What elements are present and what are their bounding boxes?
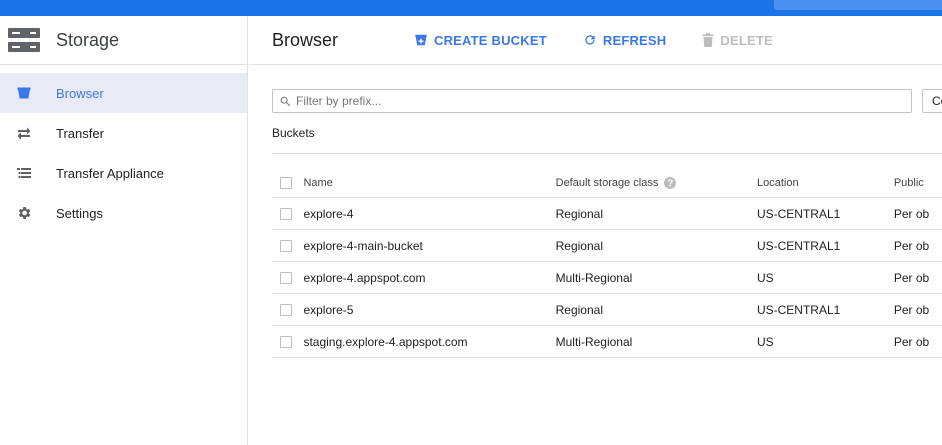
- table-row: explore-4 Regional US-CENTRAL1 Per ob: [272, 198, 942, 230]
- top-app-bar: [0, 0, 942, 16]
- gear-icon: [0, 205, 56, 221]
- sidebar-item-browser[interactable]: Browser: [0, 73, 247, 113]
- location: US: [756, 270, 774, 285]
- storage-class: Multi-Regional: [555, 270, 633, 285]
- sidebar-item-label: Transfer Appliance: [56, 165, 164, 181]
- location: US-CENTRAL1: [756, 238, 841, 253]
- refresh-icon: [585, 35, 595, 45]
- bucket-name-link[interactable]: explore-5: [303, 303, 555, 317]
- sidebar-item-label: Browser: [56, 85, 104, 101]
- table-row: explore-4.appspot.com Multi-Regional US …: [272, 262, 942, 294]
- sidebar-item-label: Transfer: [56, 125, 104, 141]
- create-bucket-label: CREATE BUCKET: [434, 32, 547, 48]
- bucket-name-link[interactable]: staging.explore-4.appspot.com: [303, 335, 555, 349]
- public-access: Per ob: [893, 206, 930, 221]
- storage-class: Regional: [555, 302, 603, 317]
- filter-input[interactable]: [296, 94, 876, 108]
- public-access: Per ob: [893, 270, 930, 285]
- sidebar-item-label: Settings: [56, 205, 103, 221]
- row-checkbox[interactable]: [280, 239, 292, 252]
- main-content: Browser CREATE BUCKET REFRESH DELETE Co …: [249, 16, 942, 445]
- search-bar-cropped[interactable]: [774, 0, 942, 10]
- public-access: Per ob: [893, 238, 930, 253]
- help-icon[interactable]: ?: [664, 177, 677, 189]
- table-row: staging.explore-4.appspot.com Multi-Regi…: [272, 326, 942, 358]
- row-checkbox[interactable]: [280, 207, 292, 220]
- sidebar-nav: Browser Transfer Transfer Appliance Sett…: [0, 73, 247, 233]
- storage-class: Regional: [555, 238, 603, 253]
- row-checkbox[interactable]: [280, 271, 292, 284]
- columns-button[interactable]: Co: [922, 89, 942, 113]
- bucket-name-link[interactable]: explore-4-main-bucket: [303, 239, 555, 253]
- filter-box: [272, 89, 912, 113]
- public-access: Per ob: [893, 302, 930, 317]
- list-icon: [0, 165, 56, 181]
- location: US-CENTRAL1: [756, 302, 841, 317]
- trash-icon: [702, 33, 714, 47]
- sidebar-item-transfer-appliance[interactable]: Transfer Appliance: [0, 153, 247, 193]
- header-public[interactable]: Public: [894, 177, 942, 189]
- storage-class: Regional: [555, 206, 603, 221]
- storage-class: Multi-Regional: [555, 334, 633, 349]
- search-icon: [280, 96, 291, 106]
- table-row: explore-5 Regional US-CENTRAL1 Per ob: [272, 294, 942, 326]
- location: US: [756, 334, 774, 349]
- storage-icon: [8, 28, 40, 52]
- buckets-table: Name Default storage class ? Location Pu…: [272, 169, 942, 358]
- header-storage-class-label: Default storage class: [555, 177, 659, 189]
- header-name[interactable]: Name: [303, 177, 555, 189]
- transfer-arrows-icon: [0, 125, 56, 141]
- bucket-name-link[interactable]: explore-4: [303, 207, 555, 221]
- row-checkbox[interactable]: [280, 335, 292, 348]
- buckets-heading: Buckets: [272, 126, 315, 140]
- add-bucket-icon: [415, 34, 427, 46]
- refresh-label: REFRESH: [602, 32, 667, 48]
- location: US-CENTRAL1: [756, 206, 841, 221]
- refresh-button[interactable]: REFRESH: [583, 33, 667, 48]
- toolbar: Browser CREATE BUCKET REFRESH DELETE: [249, 16, 942, 65]
- delete-button[interactable]: DELETE: [702, 32, 773, 48]
- sidebar-item-transfer[interactable]: Transfer: [0, 113, 247, 153]
- select-all-checkbox[interactable]: [280, 177, 292, 189]
- bucket-icon: [0, 85, 56, 101]
- create-bucket-button[interactable]: CREATE BUCKET: [414, 33, 547, 48]
- sidebar: Storage Browser Transfer Transfer Applia…: [0, 16, 248, 445]
- row-checkbox[interactable]: [280, 303, 292, 316]
- filter-row: Co: [272, 89, 942, 113]
- header-location[interactable]: Location: [757, 177, 894, 189]
- page-title: Browser: [272, 29, 339, 50]
- table-header: Name Default storage class ? Location Pu…: [272, 169, 942, 198]
- bucket-name-link[interactable]: explore-4.appspot.com: [303, 271, 555, 285]
- sidebar-header: Storage: [0, 16, 247, 65]
- table-row: explore-4-main-bucket Regional US-CENTRA…: [272, 230, 942, 262]
- product-title: Storage: [56, 29, 120, 50]
- divider: [272, 153, 942, 154]
- header-storage-class[interactable]: Default storage class ?: [556, 177, 757, 189]
- public-access: Per ob: [893, 334, 930, 349]
- sidebar-item-settings[interactable]: Settings: [0, 193, 247, 233]
- delete-label: DELETE: [720, 32, 773, 48]
